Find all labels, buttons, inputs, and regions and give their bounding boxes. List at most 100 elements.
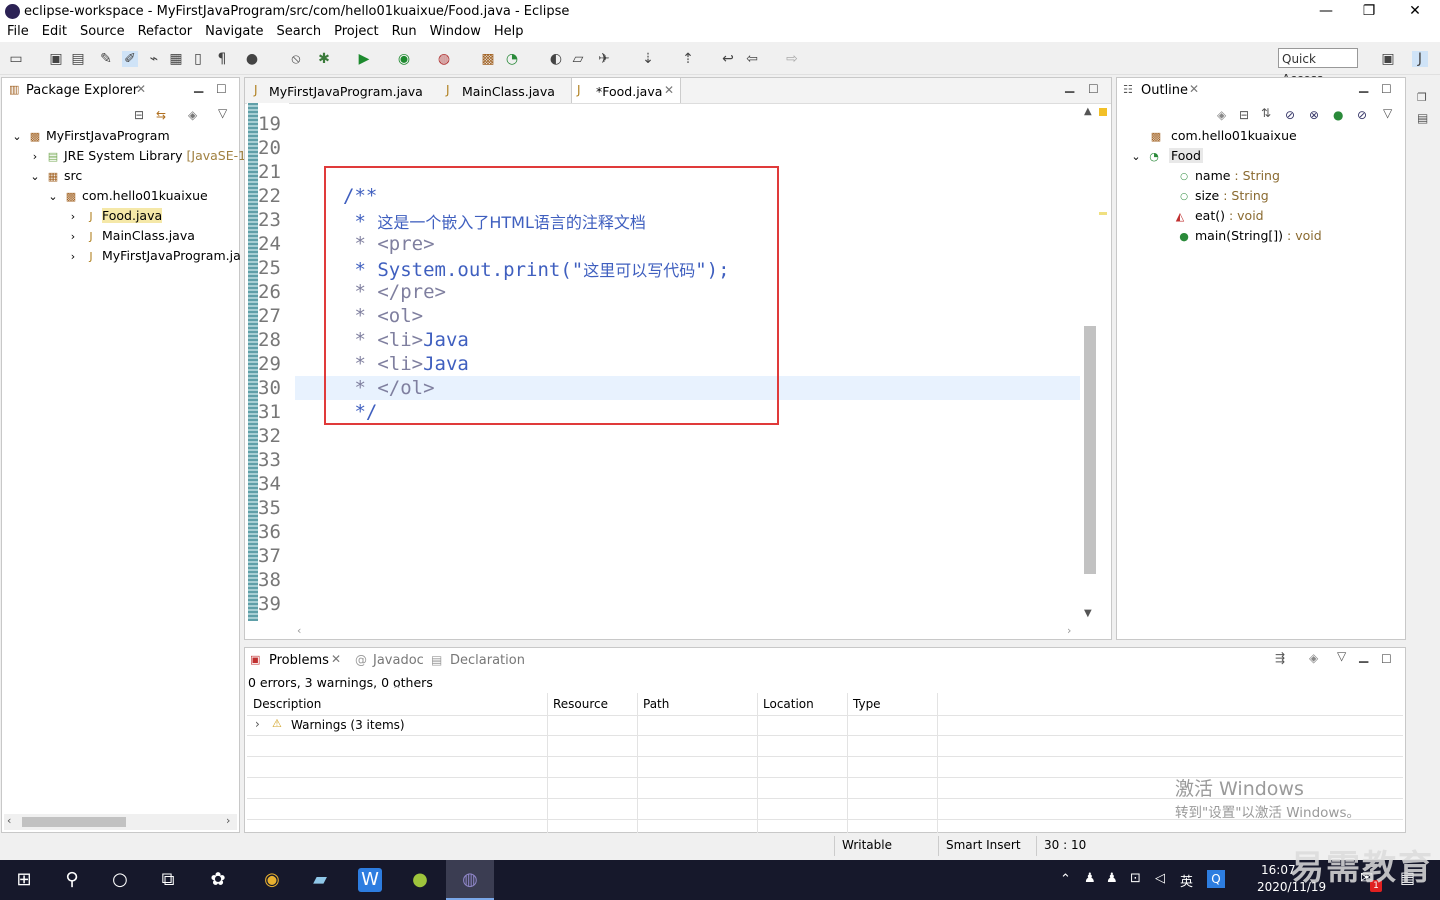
chevron-right-icon[interactable]: › [255,717,260,731]
open-perspective-icon[interactable]: ▣ [1380,51,1396,67]
qq-tray-icon-2[interactable]: ♟ [1106,871,1118,886]
task-view-icon[interactable]: ⧉ [156,868,180,892]
tree-item-jre[interactable]: › ▤ JRE System Library [JavaSE-1. [28,146,250,166]
melon-app-icon[interactable]: ● [408,868,432,892]
run-icon[interactable]: ▶ [356,51,372,67]
outline-item-field[interactable]: ○ name : String [1177,166,1280,186]
new-package-icon[interactable]: ▩ [480,51,496,67]
java-perspective-icon[interactable]: J [1412,51,1428,67]
ime-indicator[interactable]: 英 [1180,871,1193,890]
view-menu-icon[interactable]: ▽ [1337,649,1346,663]
minimize-view-icon[interactable]: ▁ [194,79,203,93]
horizontal-scrollbar[interactable]: ‹ › [4,814,237,830]
collapse-all-icon[interactable]: ⊟ [1239,108,1249,122]
tab-declaration[interactable]: Declaration [450,653,525,668]
minimize-editor-icon[interactable]: ▁ [1065,79,1074,93]
next-annotation-icon[interactable]: ⇣ [640,51,656,67]
volume-icon[interactable]: ◁ [1155,871,1165,886]
collapse-all-icon[interactable]: ⊟ [134,108,144,122]
link-with-editor-icon[interactable]: ⇆ [156,108,166,122]
eclipse-taskbar-button[interactable]: ◍ [446,860,494,900]
menu-project[interactable]: Project [327,22,384,39]
tab-myfirstjavaprogram[interactable]: J MyFirstJavaProgram.java [249,78,435,103]
open-task-icon[interactable]: ◐ [548,51,564,67]
forward-icon[interactable]: ⇨ [784,51,800,67]
maximize-view-icon[interactable]: ☐ [1381,652,1392,666]
view-menu-icon[interactable]: ▽ [1383,106,1392,120]
outline-title[interactable]: Outline [1141,83,1188,98]
tree-item-src[interactable]: ⌄ ▦ src [28,166,82,186]
outline-item-field[interactable]: ○ size : String [1177,186,1269,206]
maximize-view-icon[interactable]: ☐ [1381,82,1392,96]
warning-marker[interactable] [1099,108,1107,116]
save-icon[interactable]: ▣ [48,51,64,67]
scroll-thumb[interactable] [1084,326,1096,574]
restore-icon[interactable]: ❐ [1417,91,1427,104]
status-insert-mode[interactable]: Smart Insert [946,838,1021,852]
previous-annotation-icon[interactable]: ⇡ [680,51,696,67]
task-list-icon[interactable]: ▤ [1417,111,1428,125]
menu-edit[interactable]: Edit [35,22,73,39]
toggle-breadcrumb-icon[interactable]: ⌁ [146,51,162,67]
vertical-scrollbar[interactable]: ▲ ▼ [1081,106,1097,622]
hide-static-icon[interactable]: ⊗ [1309,108,1319,122]
chrome-icon[interactable]: ◉ [260,868,284,892]
tab-food-active[interactable]: J *Food.java ✕ [571,78,681,103]
minimize-button[interactable]: — [1303,0,1349,22]
cortana-icon[interactable]: ○ [108,868,132,892]
show-whitespace-icon[interactable]: ¶ [214,51,230,67]
column-resource[interactable]: Resource [553,697,608,711]
outline-item-method[interactable]: ● main(String[]) : void [1177,226,1321,246]
close-view-icon[interactable]: ✕ [1189,82,1199,96]
maximize-editor-icon[interactable]: ☐ [1088,82,1099,96]
last-edit-icon[interactable]: ↩ [720,51,736,67]
menu-navigate[interactable]: Navigate [198,22,269,39]
skip-breakpoints-icon[interactable]: ⦸ [288,51,304,67]
hide-fields-icon[interactable]: ⊘ [1285,108,1295,122]
scroll-up-icon[interactable]: ▲ [1084,106,1092,117]
chevron-up-icon[interactable]: ⌃ [1060,872,1071,887]
occurrence-marker[interactable] [1099,212,1107,215]
new-icon[interactable]: ▭ [8,51,24,67]
editor-horizontal-scrollbar[interactable]: ‹ › [293,624,1077,638]
tree-item-food-java[interactable]: › J Food.java [66,206,163,226]
coverage-icon[interactable]: ◉ [396,51,412,67]
hide-local-types-icon[interactable]: ⊘ [1357,108,1367,122]
profile-icon[interactable]: ● [244,51,260,67]
menu-help[interactable]: Help [487,22,530,39]
menu-source[interactable]: Source [73,22,131,39]
outline-item-class[interactable]: ⌄ ◔ Food [1129,146,1203,166]
scroll-right-icon[interactable]: › [226,814,230,827]
open-type-icon[interactable]: ✎ [98,51,114,67]
search-tool-icon[interactable]: ✈ [596,51,612,67]
scroll-down-icon[interactable]: ▼ [1084,608,1092,619]
sort-icon[interactable]: ⇅ [1261,106,1271,120]
menu-file[interactable]: File [0,22,35,39]
tree-item-project[interactable]: ⌄ ▩ MyFirstJavaProgram [10,126,169,146]
tree-item-myfirstjava[interactable]: › J MyFirstJavaProgram.ja [66,246,241,266]
view-menu-icon[interactable]: ▽ [218,106,227,120]
qq-tray-icon[interactable]: ♟ [1084,871,1096,886]
quick-access-field[interactable]: Quick Access [1278,48,1358,86]
column-type[interactable]: Type [853,697,881,711]
mark-occurrences-icon[interactable]: ✐ [122,51,138,67]
tree-item-package[interactable]: ⌄ ▩ com.hello01kuaixue [46,186,207,206]
scroll-left-icon[interactable]: ‹ [297,624,301,637]
maximize-button[interactable]: ❐ [1346,0,1392,22]
debug-icon[interactable]: ✱ [316,51,332,67]
outline-item-package[interactable]: ▩ com.hello01kuaixue [1149,126,1297,146]
pinwheel-app-icon[interactable]: ✿ [206,868,230,892]
menu-run[interactable]: Run [385,22,423,39]
focus-icon[interactable]: ◈ [1217,108,1226,122]
tab-problems[interactable]: Problems [269,653,329,668]
filter-icon[interactable]: ⇶ [1275,651,1285,665]
close-view-icon[interactable]: ✕ [331,652,341,666]
new-class-icon[interactable]: ◔ [504,51,520,67]
minimize-view-icon[interactable]: ▁ [1359,649,1368,663]
close-tab-icon[interactable]: ✕ [664,83,674,97]
windows-start-icon[interactable]: ⊞ [12,868,36,892]
scroll-right-icon[interactable]: › [1067,624,1071,637]
menu-search[interactable]: Search [269,22,327,39]
search-icon[interactable]: ⚲ [60,868,84,892]
back-icon[interactable]: ⇦ [744,51,760,67]
